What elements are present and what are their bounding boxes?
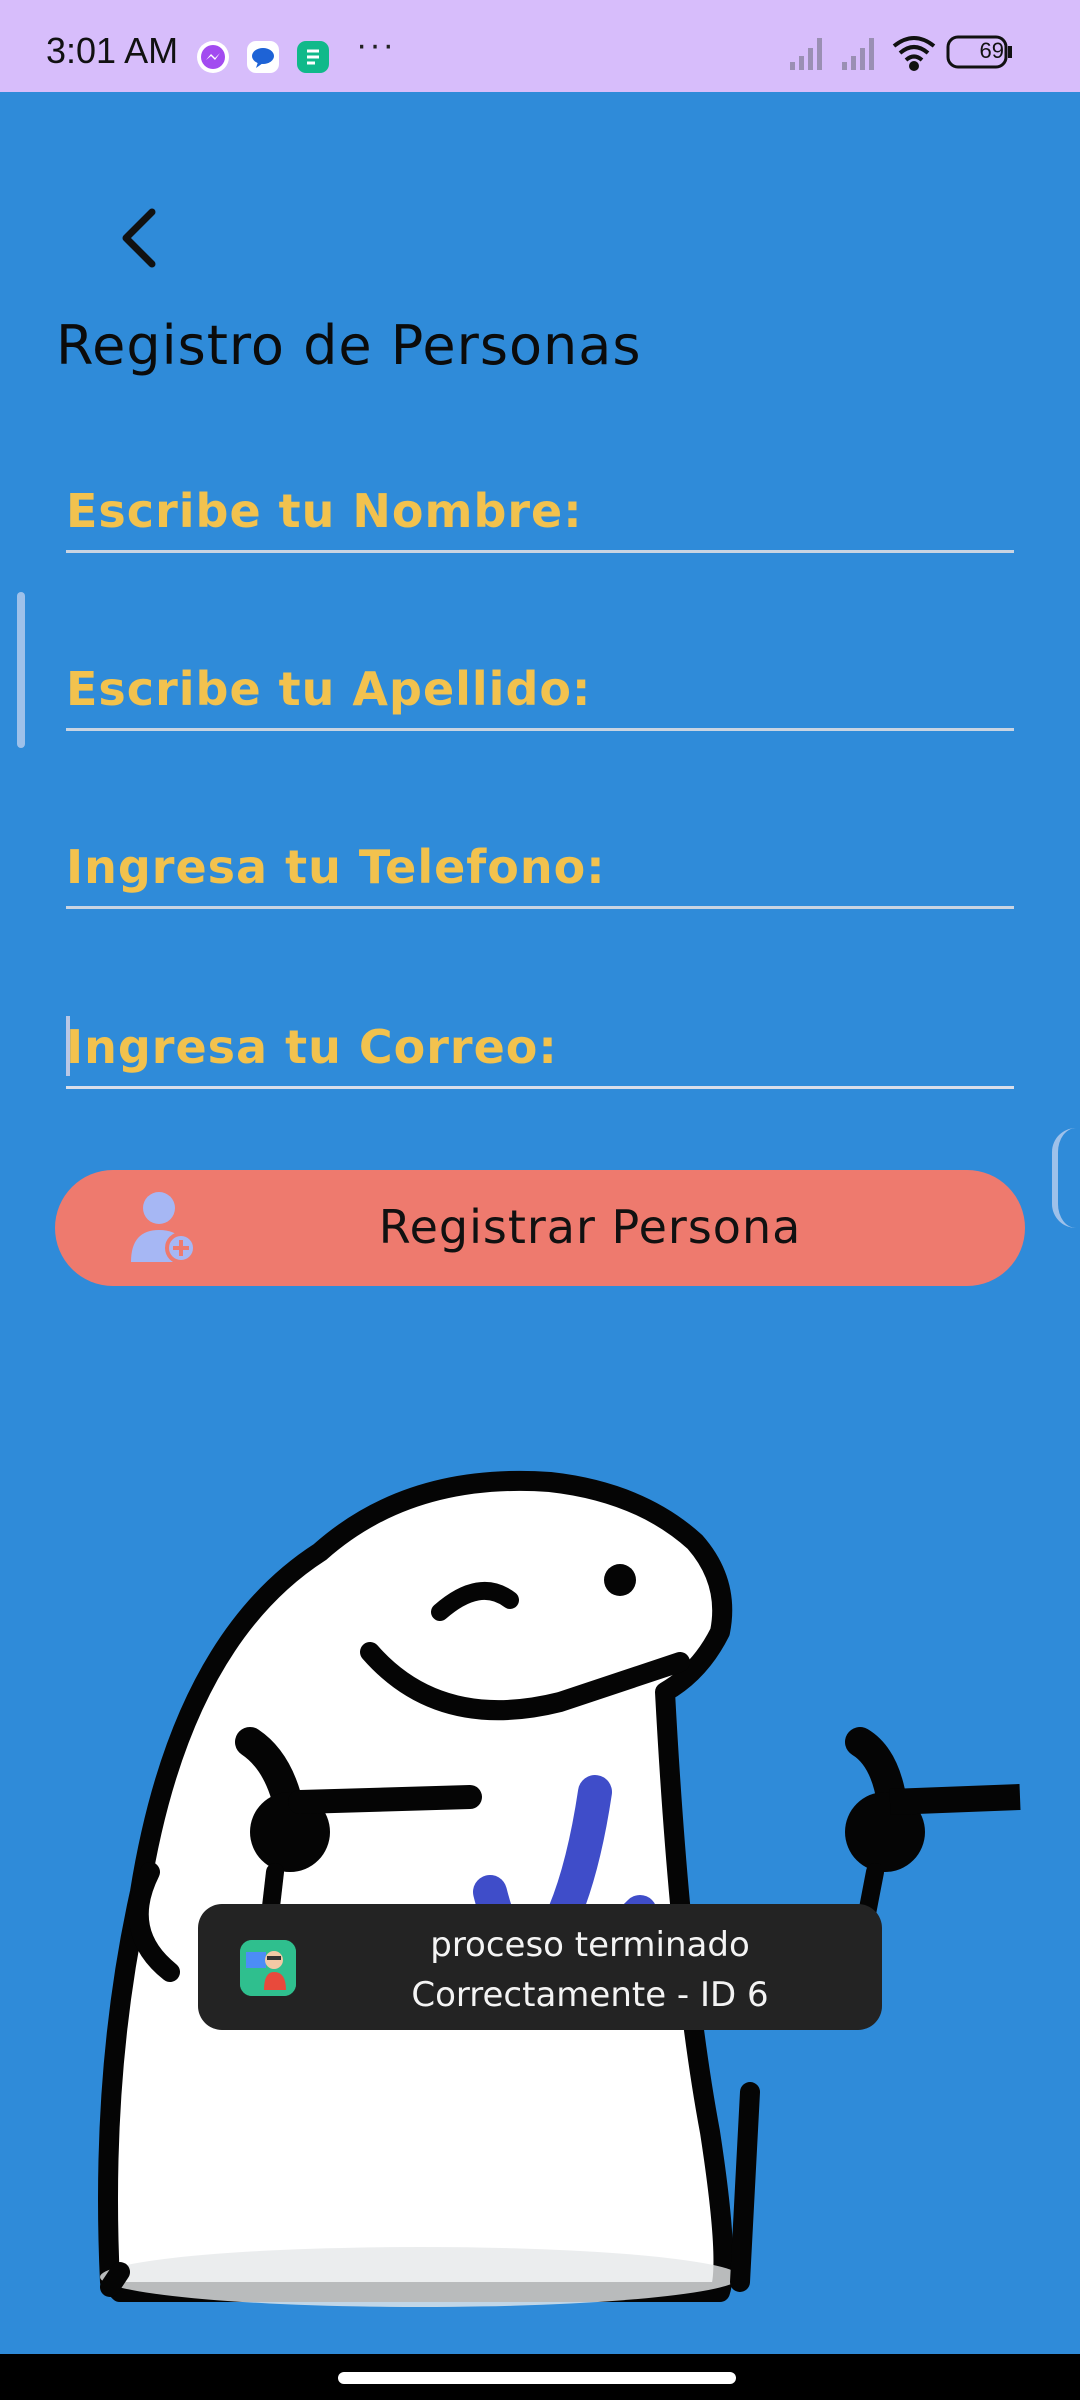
apellido-field[interactable]: Escribe tu Apellido:: [66, 644, 1014, 731]
navigation-bar: [0, 2354, 1080, 2400]
telefono-field[interactable]: Ingresa tu Telefono:: [66, 822, 1014, 909]
chevron-left-icon: [122, 208, 156, 268]
wifi-icon: [892, 36, 936, 71]
toast-text: proceso terminado Correctamente - ID 6: [308, 1920, 872, 2020]
toast-message: proceso terminado Correctamente - ID 6: [198, 1904, 882, 2030]
page-title: Registro de Personas: [56, 314, 642, 377]
signal-icon: [790, 38, 822, 70]
signal-icon: [842, 38, 874, 70]
flork-sticker-image: [98, 1470, 1021, 2307]
toast-line1: proceso terminado: [430, 1925, 750, 1965]
edge-gesture-handle[interactable]: [1052, 1128, 1076, 1228]
status-overflow: ···: [356, 26, 396, 64]
back-button[interactable]: [100, 198, 180, 278]
messenger-icon: [196, 40, 230, 74]
status-time: 3:01 AM: [46, 30, 179, 71]
apellido-placeholder: Escribe tu Apellido:: [66, 662, 592, 716]
register-person-button[interactable]: Registrar Persona: [55, 1170, 1025, 1286]
home-gesture-pill[interactable]: [338, 2372, 736, 2384]
nombre-field[interactable]: Escribe tu Nombre:: [66, 466, 1014, 553]
register-person-label: Registrar Persona: [378, 1200, 802, 1254]
messages-icon: [246, 40, 280, 74]
app-screen: Registro de Personas Escribe tu Nombre: …: [0, 92, 1080, 2354]
correo-field[interactable]: Ingresa tu Correo:: [66, 1002, 1014, 1089]
status-bar: 3:01 AM ··· 69: [0, 0, 1080, 92]
scroll-indicator: [17, 592, 25, 748]
correo-placeholder: Ingresa tu Correo:: [66, 1020, 558, 1074]
telefono-placeholder: Ingresa tu Telefono:: [66, 840, 606, 894]
battery-level: 69: [979, 38, 1004, 63]
toast-line2: Correctamente - ID 6: [411, 1975, 769, 2015]
app-icon: [240, 1940, 296, 1996]
app-notification-icon: [296, 40, 330, 74]
nombre-placeholder: Escribe tu Nombre:: [66, 484, 583, 538]
